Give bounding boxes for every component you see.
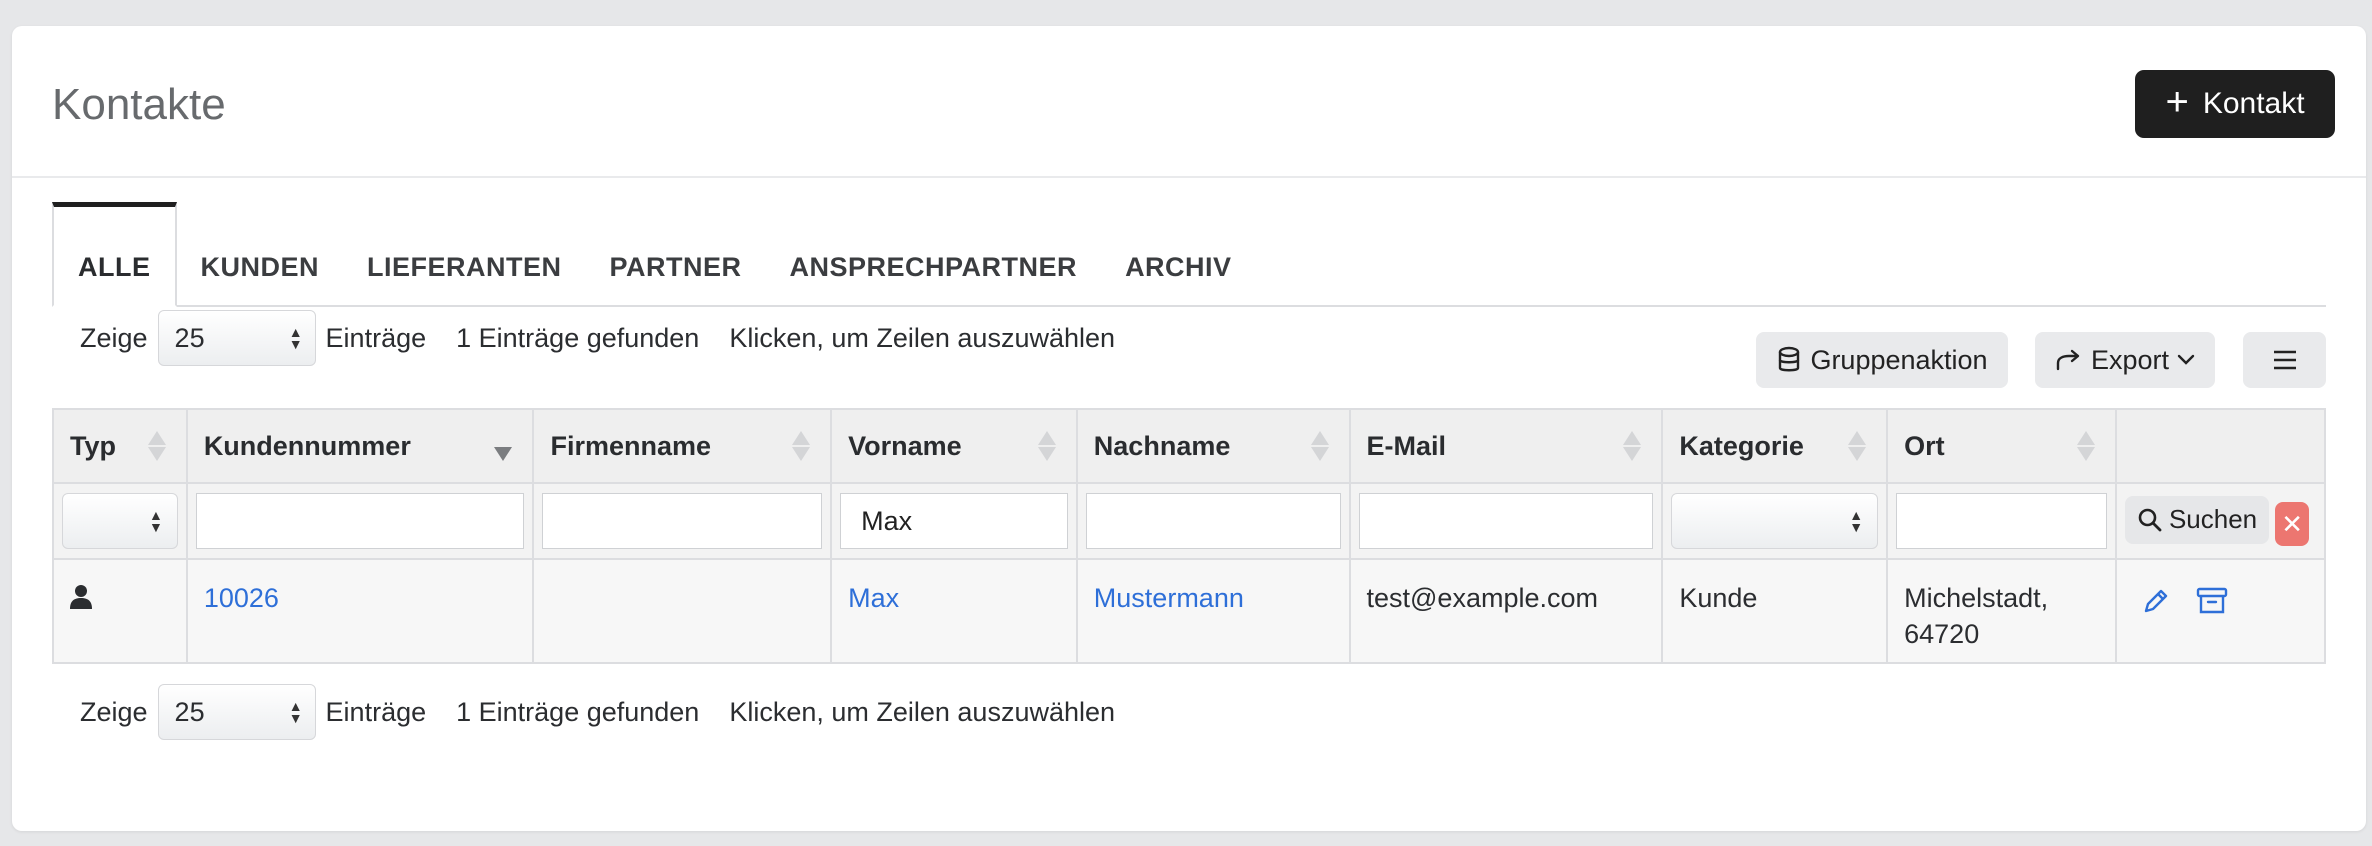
page-size-value: 25 <box>174 696 205 727</box>
tab-kunden[interactable]: KUNDEN <box>177 200 344 305</box>
select-rows-hint: Klicken, um Zeilen auszuwählen <box>729 696 1116 727</box>
nachname-filter[interactable] <box>1085 493 1341 549</box>
col-header-ort[interactable]: Ort <box>1886 408 2117 484</box>
sort-icon <box>147 431 166 461</box>
share-arrow-icon <box>2056 349 2080 371</box>
select-arrows-icon: ▲ ▼ <box>288 698 303 726</box>
col-header-vorname[interactable]: Vorname <box>830 408 1078 484</box>
select-arrows-icon: ▲ ▼ <box>148 507 163 535</box>
ort-line2: 64720 <box>1904 619 1980 649</box>
chevron-down-icon <box>2177 354 2195 365</box>
email-cell: test@example.com <box>1348 558 1664 664</box>
page-size-controls-bottom: Zeige 25 ▲ ▼ Einträge 1 Einträge gefunden… <box>80 684 1115 740</box>
select-rows-hint: Klicken, um Zeilen auszuwählen <box>729 322 1116 353</box>
ort-filter[interactable] <box>1896 493 2107 549</box>
sort-icon <box>2076 431 2095 461</box>
typ-filter-select[interactable]: ▲ ▼ <box>62 493 178 549</box>
show-label: Zeige <box>80 696 148 727</box>
sort-desc-icon <box>494 431 513 461</box>
vorname-filter[interactable] <box>840 493 1068 549</box>
firmenname-filter[interactable] <box>542 493 823 549</box>
entries-found: 1 Einträge gefunden <box>456 696 700 727</box>
tab-archiv[interactable]: ARCHIV <box>1101 200 1256 305</box>
sort-icon <box>792 431 811 461</box>
sort-icon <box>1623 431 1642 461</box>
kategorie-cell: Kunde <box>1661 558 1889 664</box>
edit-pencil-icon[interactable] <box>2141 586 2171 616</box>
table-row[interactable]: 10026 Max Mustermann test@example.com Ku… <box>52 558 2327 664</box>
vorname-link[interactable]: Max <box>848 583 899 613</box>
archive-icon[interactable] <box>2196 586 2228 616</box>
column-menu-button[interactable] <box>2243 332 2326 388</box>
tab-alle[interactable]: ALLE <box>52 202 177 307</box>
export-button[interactable]: Export <box>2035 332 2215 388</box>
plus-icon: + <box>2165 80 2189 124</box>
filter-row: ▲▼ ▲▼ Suchen ✕ <box>52 482 2327 560</box>
group-action-button[interactable]: Gruppenaktion <box>1756 332 2008 388</box>
col-header-email[interactable]: E-Mail <box>1348 408 1664 484</box>
ort-cell: Michelstadt, 64720 <box>1886 558 2117 664</box>
col-header-firmenname[interactable]: Firmenname <box>532 408 833 484</box>
person-icon <box>70 585 92 609</box>
nachname-link[interactable]: Mustermann <box>1094 583 1244 613</box>
email-filter[interactable] <box>1358 493 1654 549</box>
export-label: Export <box>2090 344 2170 375</box>
col-header-nachname[interactable]: Nachname <box>1075 408 1351 484</box>
col-header-kategorie[interactable]: Kategorie <box>1661 408 1889 484</box>
select-arrows-icon: ▲ ▼ <box>288 324 303 352</box>
sort-icon <box>1848 431 1867 461</box>
show-label: Zeige <box>80 322 148 353</box>
database-icon <box>1779 346 1800 372</box>
col-header-actions <box>2114 408 2327 484</box>
tab-partner[interactable]: PARTNER <box>586 200 766 305</box>
kundennummer-filter[interactable] <box>195 493 525 549</box>
firmenname-cell <box>532 558 833 664</box>
entries-label: Einträge <box>325 322 427 353</box>
tab-bar: ALLE KUNDEN LIEFERANTEN PARTNER ANSPRECH… <box>52 202 2326 307</box>
page-size-select[interactable]: 25 ▲ ▼ <box>157 684 316 740</box>
page-title: Kontakte <box>52 80 226 129</box>
kundennummer-link[interactable]: 10026 <box>204 583 279 613</box>
select-arrows-icon: ▲ ▼ <box>1849 507 1864 535</box>
page-size-value: 25 <box>174 322 205 353</box>
add-contact-label: Kontakt <box>2202 87 2305 120</box>
clear-filter-button[interactable]: ✕ <box>2275 502 2310 547</box>
group-action-label: Gruppenaktion <box>1810 344 1988 375</box>
tab-ansprechpartner[interactable]: ANSPRECHPARTNER <box>766 200 1102 305</box>
col-header-kundennummer[interactable]: Kundennummer <box>185 408 535 484</box>
contacts-table: Typ Kundennummer Firmenname Vorname Nach… <box>52 408 2327 664</box>
sort-icon <box>1037 431 1056 461</box>
add-contact-button[interactable]: + Kontakt <box>2135 70 2335 138</box>
search-icon <box>2138 508 2162 532</box>
entries-label: Einträge <box>325 696 427 727</box>
col-header-typ[interactable]: Typ <box>52 408 188 484</box>
page-size-controls-top: Zeige 25 ▲ ▼ Einträge 1 Einträge gefunden… <box>80 310 1115 366</box>
tab-lieferanten[interactable]: LIEFERANTEN <box>343 200 586 305</box>
search-button-label: Suchen <box>2168 504 2258 535</box>
entries-found: 1 Einträge gefunden <box>456 322 700 353</box>
card-header: Kontakte + Kontakt <box>12 26 2366 178</box>
sort-icon <box>1310 431 1329 461</box>
kategorie-filter-select[interactable]: ▲ ▼ <box>1671 493 1879 549</box>
ort-line1: Michelstadt, <box>1904 583 2049 613</box>
search-button[interactable]: Suchen <box>2124 495 2270 544</box>
page-size-select[interactable]: 25 ▲ ▼ <box>157 310 316 366</box>
table-header-row: Typ Kundennummer Firmenname Vorname Nach… <box>52 408 2327 484</box>
close-icon: ✕ <box>2281 508 2304 539</box>
hamburger-icon <box>2273 350 2296 370</box>
